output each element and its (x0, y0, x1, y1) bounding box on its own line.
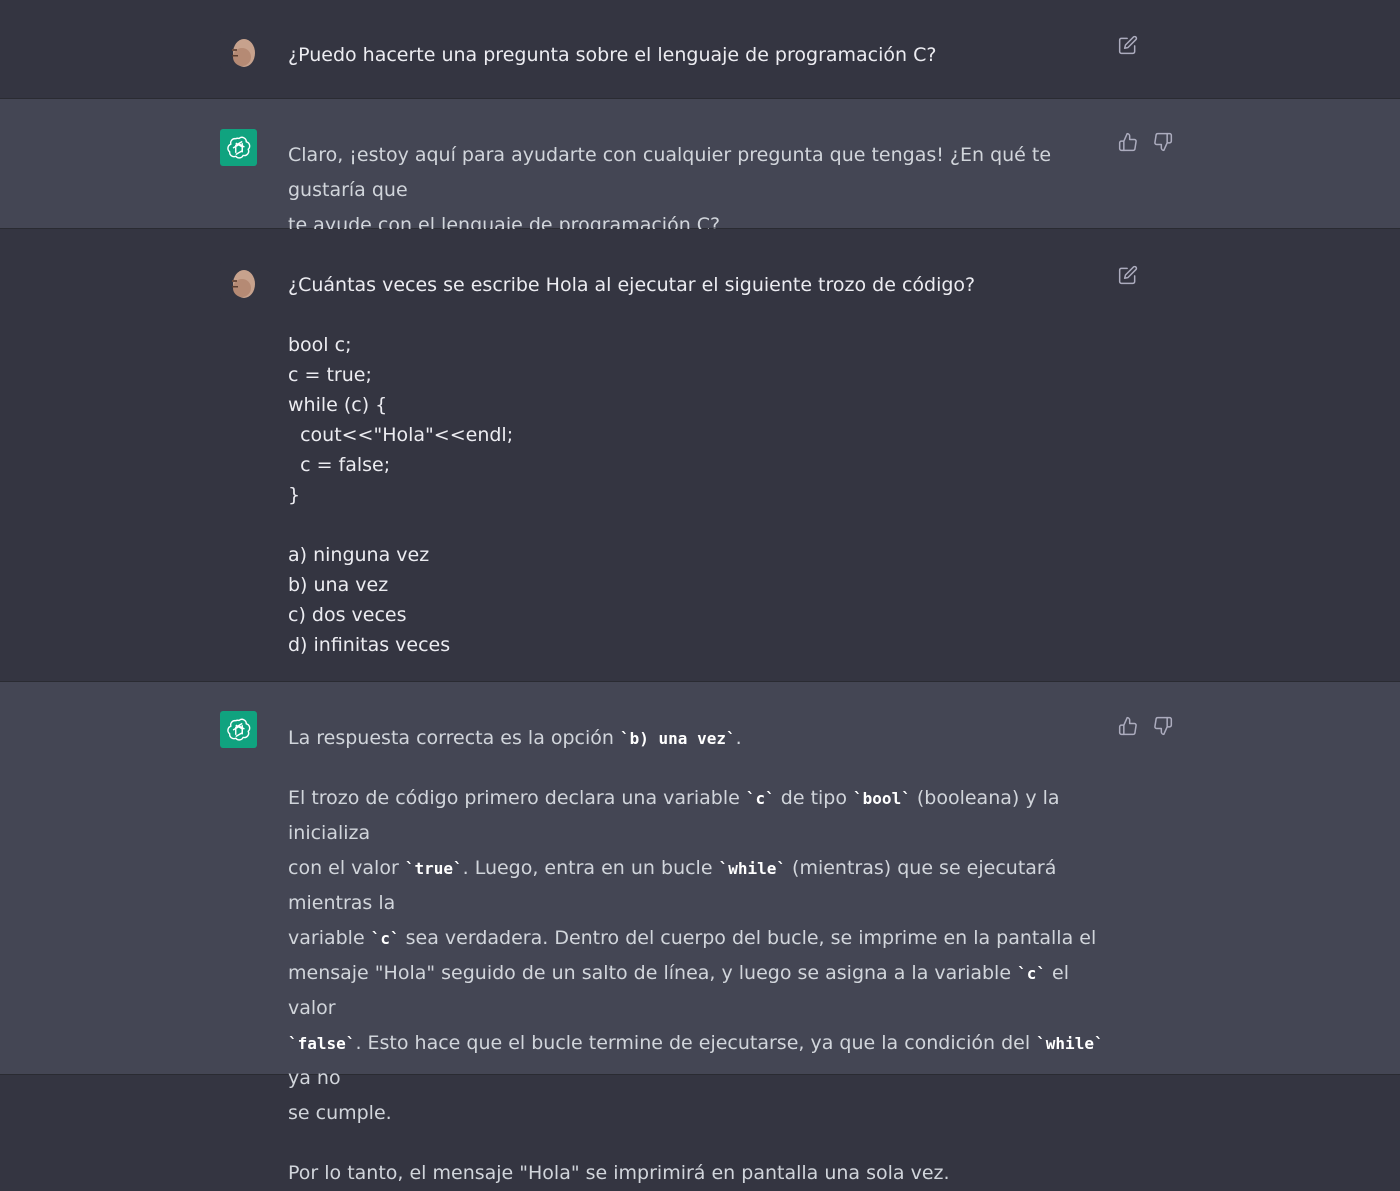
option-a: a) ninguna vez (288, 544, 430, 566)
message-user-1: ¿Puedo hacerte una pregunta sobre el len… (0, 0, 1400, 99)
text: con el valor (288, 857, 405, 879)
user-avatar (220, 262, 258, 300)
thumbs-up-icon[interactable] (1117, 131, 1139, 153)
message-user-2: ¿Cuántas veces se escribe Hola al ejecut… (0, 229, 1400, 682)
inline-code: `while` (1036, 1034, 1104, 1053)
inline-code: `bool` (853, 789, 911, 808)
option-b: b) una vez (288, 574, 389, 596)
text: variable (288, 927, 371, 949)
edit-icon[interactable] (1117, 264, 1139, 286)
code-line: bool c; (288, 334, 352, 356)
inline-code: `false` (288, 1034, 356, 1053)
explanation-line: se cumple. (288, 1096, 1108, 1131)
text: . Esto hace que el bucle termine de ejec… (355, 1032, 1037, 1054)
message-text: ¿Cuántas veces se escribe Hola al ejecut… (288, 270, 1108, 660)
answer-prefix: La respuesta correcta es la opción (288, 727, 620, 749)
message-assistant-2: La respuesta correcta es la opción `b) u… (0, 682, 1400, 1184)
text: mensaje "Hola" seguido de un salto de lí… (288, 962, 1018, 984)
text: El trozo de código primero declara una v… (288, 787, 746, 809)
inline-code: `true` (404, 859, 463, 878)
text: ya no (288, 1067, 341, 1089)
edit-icon[interactable] (1117, 34, 1139, 56)
conclusion-line: Por lo tanto, el mensaje "Hola" se impri… (288, 1162, 950, 1184)
answer-line: La respuesta correcta es la opción `b) u… (288, 721, 1108, 756)
openai-logo-icon (220, 129, 257, 166)
message-text: Claro, ¡estoy aquí para ayudarte con cua… (288, 138, 1108, 243)
option-d: d) infinitas veces (288, 634, 451, 656)
thumbs-up-icon[interactable] (1117, 715, 1139, 737)
inline-code: `while` (718, 859, 786, 878)
explanation-line: variable `c` sea verdadera. Dentro del c… (288, 921, 1108, 956)
inline-code: `c` (1017, 964, 1046, 983)
inline-code: `c` (370, 929, 400, 948)
option-c: c) dos veces (288, 604, 407, 626)
text: de tipo (774, 787, 854, 809)
user-question-2: ¿Cuántas veces se escribe Hola al ejecut… (288, 274, 976, 296)
assistant-line: Claro, ¡estoy aquí para ayudarte con cua… (288, 144, 1052, 201)
code-line: c = true; (288, 364, 372, 386)
thumbs-down-icon[interactable] (1152, 715, 1174, 737)
user-avatar (220, 31, 258, 69)
text: sea verdadera. Dentro del cuerpo del buc… (399, 927, 1097, 949)
code-line: } (288, 484, 301, 506)
code-line: while (c) { (288, 394, 388, 416)
openai-logo-icon (220, 711, 257, 748)
user-question-1: ¿Puedo hacerte una pregunta sobre el len… (288, 44, 937, 66)
explanation-line: El trozo de código primero declara una v… (288, 781, 1108, 851)
explanation-line: `false`. Esto hace que el bucle termine … (288, 1026, 1108, 1096)
text: . Luego, entra en un bucle (462, 857, 719, 879)
text: se cumple. (288, 1102, 392, 1124)
message-text: ¿Puedo hacerte una pregunta sobre el len… (288, 40, 1108, 70)
inline-code: `c` (745, 789, 775, 808)
thumbs-down-icon[interactable] (1152, 131, 1174, 153)
explanation-line: con el valor `true`. Luego, entra en un … (288, 851, 1108, 921)
code-line: cout<<"Hola"<<endl; (288, 424, 514, 446)
message-text: La respuesta correcta es la opción `b) u… (288, 721, 1108, 1191)
code-line: c = false; (288, 454, 391, 476)
answer-suffix: . (735, 727, 742, 749)
explanation-line: mensaje "Hola" seguido de un salto de lí… (288, 956, 1108, 1026)
message-assistant-1: Claro, ¡estoy aquí para ayudarte con cua… (0, 99, 1400, 236)
inline-code: `b) una vez` (620, 729, 736, 748)
